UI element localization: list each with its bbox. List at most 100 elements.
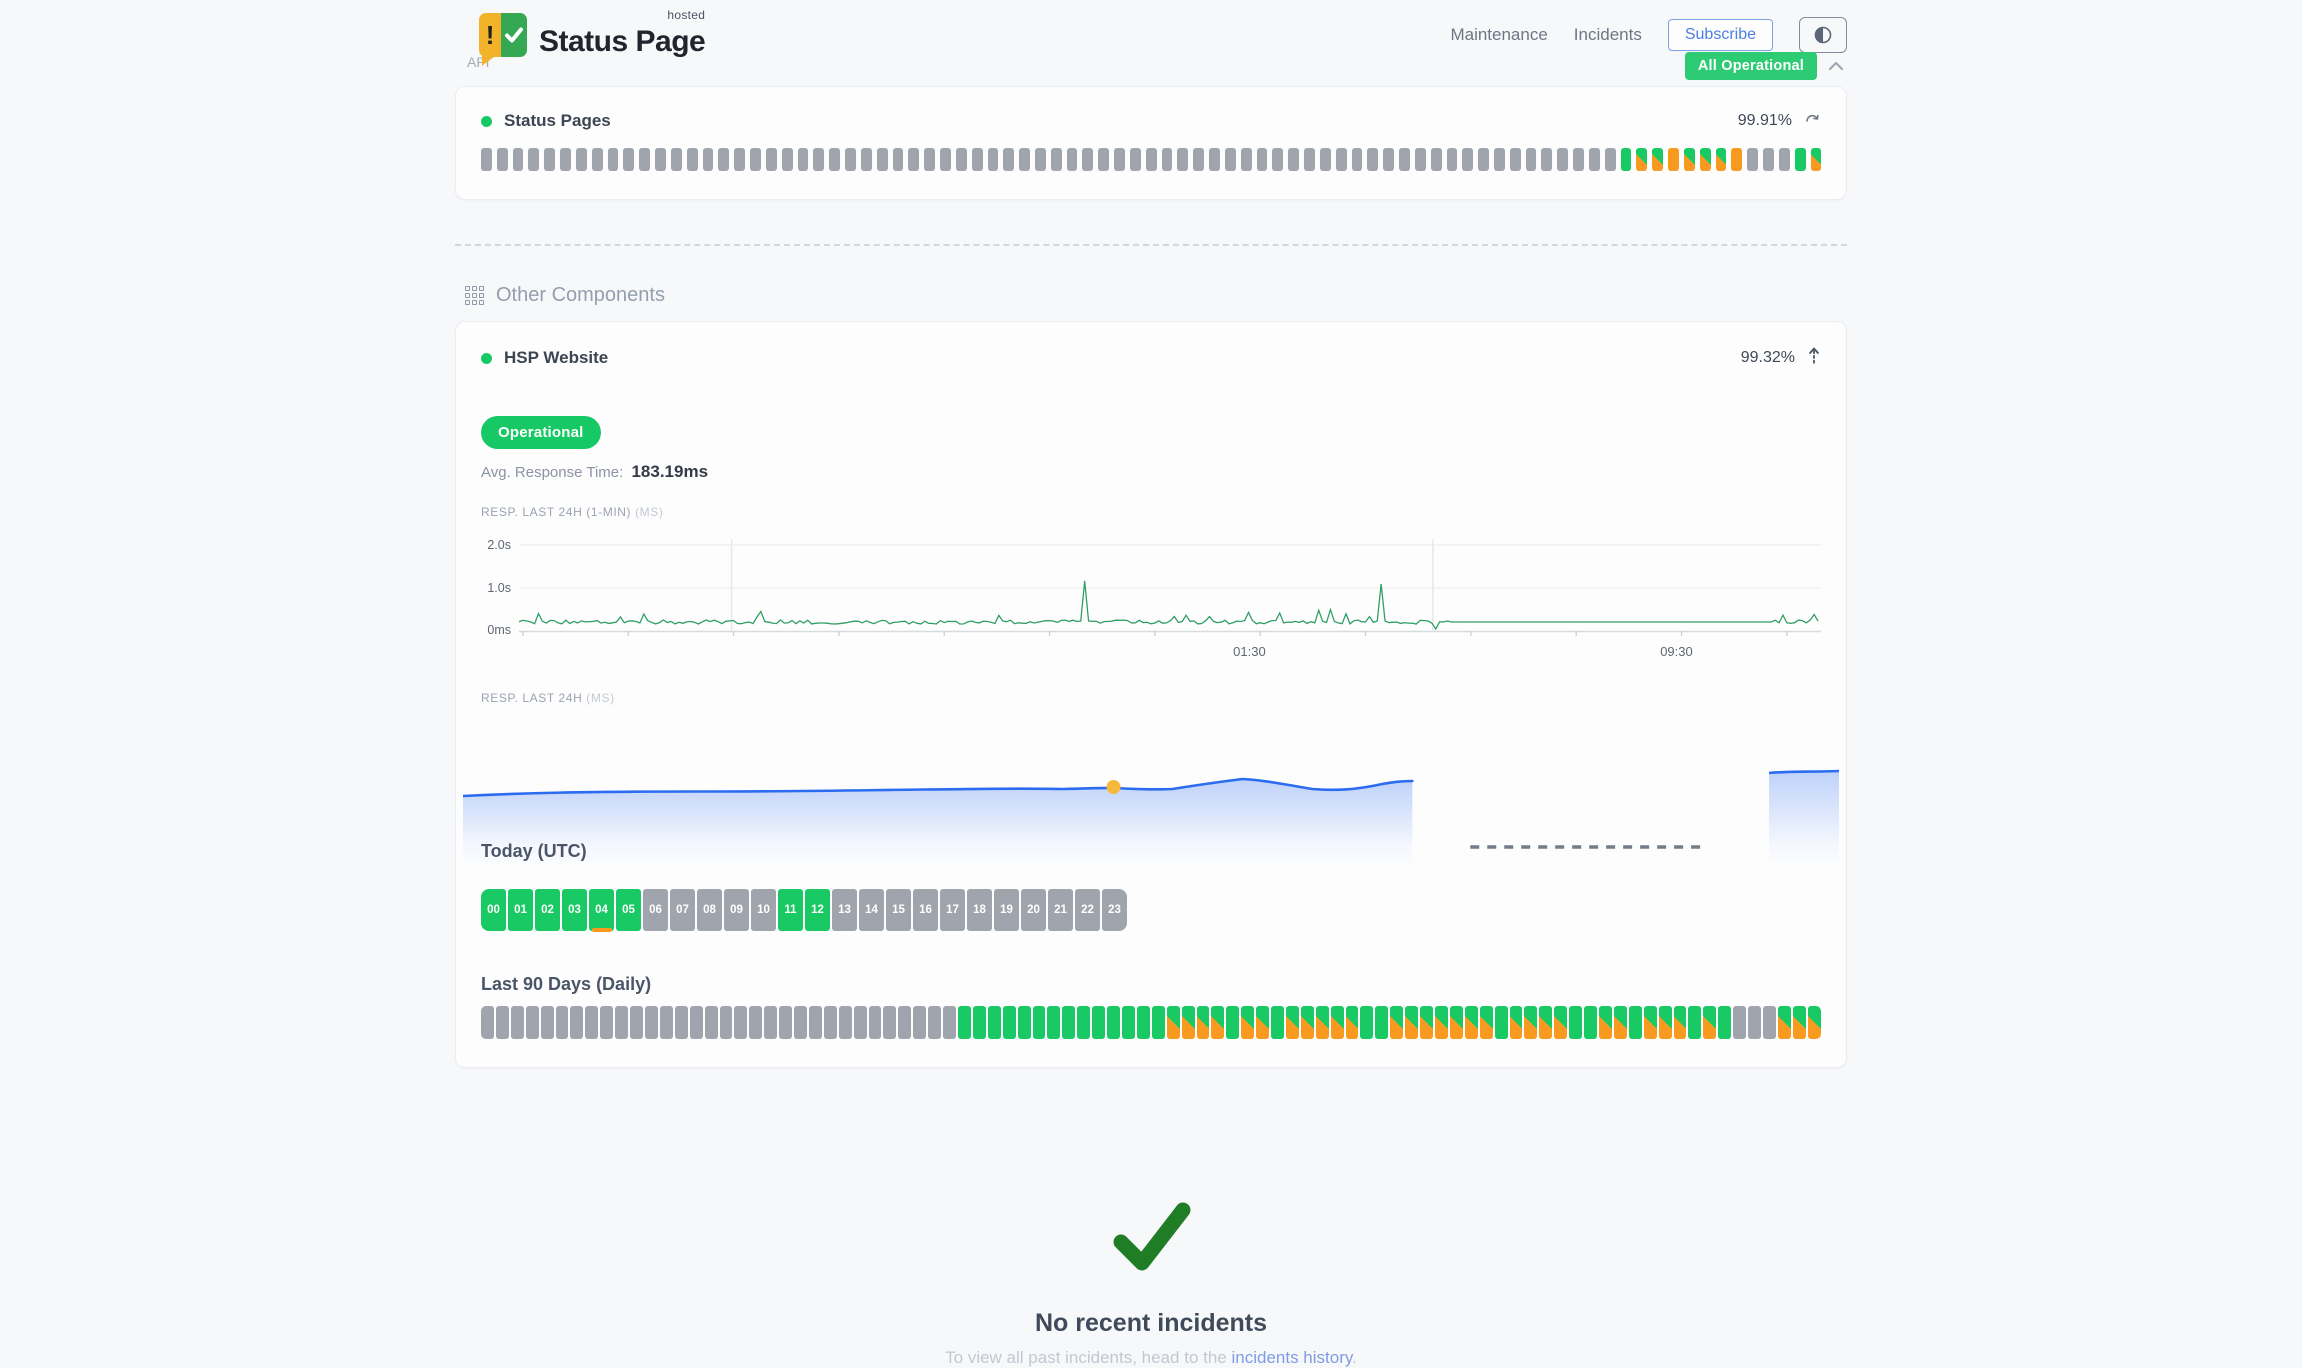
day-block[interactable] [913, 1006, 926, 1039]
uptime-bar[interactable] [513, 148, 524, 171]
day-block[interactable] [1688, 1006, 1701, 1039]
uptime-bar[interactable] [1225, 148, 1236, 171]
hour-block[interactable]: 06 [643, 889, 668, 931]
uptime-bar[interactable] [1114, 148, 1125, 171]
day-block[interactable] [660, 1006, 673, 1039]
day-block[interactable] [958, 1006, 971, 1039]
uptime-bar[interactable] [1731, 148, 1742, 171]
day-block[interactable] [883, 1006, 896, 1039]
uptime-bar[interactable] [1621, 148, 1632, 171]
hour-block[interactable]: 14 [859, 889, 884, 931]
hour-block[interactable]: 13 [832, 889, 857, 931]
day-block[interactable] [1524, 1006, 1537, 1039]
uptime-bar[interactable] [1557, 148, 1568, 171]
hour-block[interactable]: 20 [1021, 889, 1046, 931]
uptime-bar[interactable] [1605, 148, 1616, 171]
uptime-bar[interactable] [1241, 148, 1252, 171]
day-block[interactable] [1763, 1006, 1776, 1039]
uptime-bar[interactable] [718, 148, 729, 171]
uptime-bar[interactable] [972, 148, 983, 171]
uptime-bar[interactable] [956, 148, 967, 171]
uptime-bar[interactable] [1146, 148, 1157, 171]
day-block[interactable] [1062, 1006, 1075, 1039]
day-block[interactable] [1271, 1006, 1284, 1039]
day-block[interactable] [1674, 1006, 1687, 1039]
uptime-bar[interactable] [671, 148, 682, 171]
day-block[interactable] [898, 1006, 911, 1039]
day-block[interactable] [511, 1006, 524, 1039]
uptime-bar[interactable] [1067, 148, 1078, 171]
uptime-bar[interactable] [1383, 148, 1394, 171]
day-block[interactable] [705, 1006, 718, 1039]
uptime-bar[interactable] [861, 148, 872, 171]
uptime-bar[interactable] [829, 148, 840, 171]
day-block[interactable] [1405, 1006, 1418, 1039]
day-block[interactable] [1197, 1006, 1210, 1039]
day-block[interactable] [1778, 1006, 1791, 1039]
uptime-bar[interactable] [1162, 148, 1173, 171]
uptime-bar[interactable] [1257, 148, 1268, 171]
day-block[interactable] [973, 1006, 986, 1039]
uptime-bar[interactable] [544, 148, 555, 171]
uptime-bar[interactable] [497, 148, 508, 171]
uptime-bar[interactable] [1019, 148, 1030, 171]
uptime-bar[interactable] [560, 148, 571, 171]
uptime-bar[interactable] [1431, 148, 1442, 171]
day-block[interactable] [615, 1006, 628, 1039]
day-block[interactable] [1629, 1006, 1642, 1039]
day-block[interactable] [556, 1006, 569, 1039]
hour-block[interactable]: 10 [751, 889, 776, 931]
day-block[interactable] [1793, 1006, 1806, 1039]
uptime-bar[interactable] [1716, 148, 1727, 171]
day-block[interactable] [1211, 1006, 1224, 1039]
day-block[interactable] [1435, 1006, 1448, 1039]
day-block[interactable] [1465, 1006, 1478, 1039]
day-block[interactable] [1226, 1006, 1239, 1039]
uptime-bar[interactable] [703, 148, 714, 171]
day-block[interactable] [675, 1006, 688, 1039]
refresh-icon[interactable] [1804, 111, 1821, 131]
uptime-bar[interactable] [1352, 148, 1363, 171]
day-block[interactable] [1033, 1006, 1046, 1039]
uptime-bar[interactable] [1684, 148, 1695, 171]
day-block[interactable] [720, 1006, 733, 1039]
uptime-bar[interactable] [877, 148, 888, 171]
uptime-bar[interactable] [1541, 148, 1552, 171]
uptime-bar[interactable] [1652, 148, 1663, 171]
day-block[interactable] [1346, 1006, 1359, 1039]
day-block[interactable] [1554, 1006, 1567, 1039]
uptime-bar[interactable] [1763, 148, 1774, 171]
uptime-bar[interactable] [1193, 148, 1204, 171]
day-block[interactable] [794, 1006, 807, 1039]
hour-block[interactable]: 09 [724, 889, 749, 931]
uptime-bar[interactable] [1035, 148, 1046, 171]
day-block[interactable] [943, 1006, 956, 1039]
hour-block[interactable]: 21 [1048, 889, 1073, 931]
uptime-bar[interactable] [608, 148, 619, 171]
uptime-bar[interactable] [766, 148, 777, 171]
day-block[interactable] [1077, 1006, 1090, 1039]
day-block[interactable] [1644, 1006, 1657, 1039]
hour-block[interactable]: 23 [1102, 889, 1127, 931]
incidents-history-link[interactable]: incidents history [1231, 1348, 1352, 1367]
day-block[interactable] [570, 1006, 583, 1039]
uptime-bar[interactable] [1478, 148, 1489, 171]
uptime-bar[interactable] [1700, 148, 1711, 171]
hour-block[interactable]: 22 [1075, 889, 1100, 931]
day-block[interactable] [1659, 1006, 1672, 1039]
day-block[interactable] [854, 1006, 867, 1039]
chevron-up-icon[interactable] [1825, 58, 1847, 74]
hour-block[interactable]: 08 [697, 889, 722, 931]
uptime-bar[interactable] [1747, 148, 1758, 171]
day-block[interactable] [600, 1006, 613, 1039]
day-block[interactable] [824, 1006, 837, 1039]
uptime-bar[interactable] [734, 148, 745, 171]
day-block[interactable] [1733, 1006, 1746, 1039]
hour-block[interactable]: 03 [562, 889, 587, 931]
uptime-bar[interactable] [592, 148, 603, 171]
day-block[interactable] [1122, 1006, 1135, 1039]
nav-maintenance[interactable]: Maintenance [1450, 25, 1547, 45]
uptime-bar[interactable] [1510, 148, 1521, 171]
uptime-bar[interactable] [1336, 148, 1347, 171]
uptime-bar[interactable] [1082, 148, 1093, 171]
